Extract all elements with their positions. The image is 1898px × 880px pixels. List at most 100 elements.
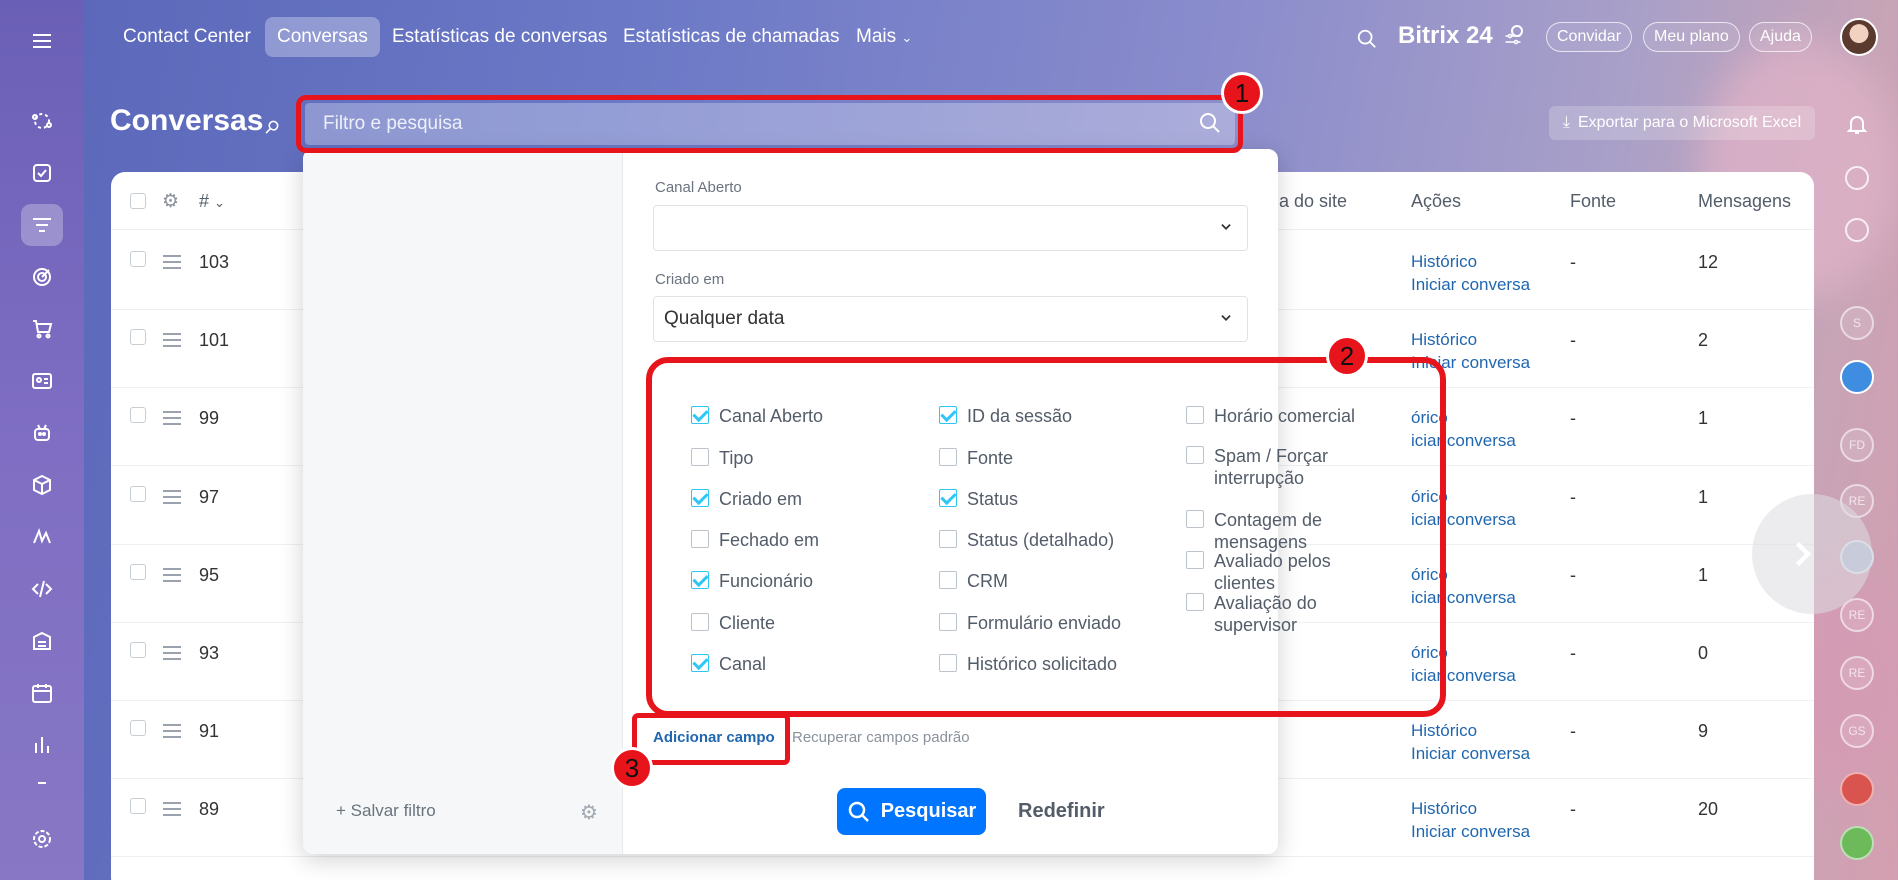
- bitrix24-logo[interactable]: Bitrix 24: [1398, 22, 1493, 50]
- signature-icon[interactable]: [21, 516, 63, 558]
- unchecked-checkbox[interactable]: [1186, 551, 1204, 569]
- tab-conversas[interactable]: Conversas: [265, 17, 380, 57]
- unchecked-checkbox[interactable]: [939, 530, 957, 548]
- field-option[interactable]: Criado em: [691, 488, 911, 510]
- menu-icon[interactable]: [21, 20, 63, 62]
- chart-bars-icon[interactable]: [21, 724, 63, 766]
- unchecked-checkbox[interactable]: [939, 613, 957, 631]
- row-checkbox[interactable]: [130, 407, 146, 423]
- tab-estatisticas-conversas[interactable]: Estatísticas de conversas: [380, 17, 619, 57]
- box-icon[interactable]: [21, 464, 63, 506]
- drag-handle-icon[interactable]: [163, 333, 181, 347]
- field-option[interactable]: Fonte: [939, 447, 1159, 469]
- unchecked-checkbox[interactable]: [691, 448, 709, 466]
- tab-contact-center[interactable]: Contact Center: [111, 17, 263, 57]
- save-filter-button[interactable]: + Salvar filtro: [336, 801, 436, 821]
- history-link[interactable]: Histórico: [1411, 250, 1477, 273]
- chat-icon[interactable]: [1845, 218, 1869, 242]
- history-link[interactable]: Histórico: [1411, 328, 1477, 351]
- unchecked-checkbox[interactable]: [939, 448, 957, 466]
- checked-checkbox[interactable]: [691, 406, 709, 424]
- column-header-source[interactable]: Fonte: [1570, 191, 1616, 212]
- start-conversation-link[interactable]: Iniciar conversa: [1411, 273, 1530, 296]
- network-icon[interactable]: [21, 100, 63, 142]
- field-option[interactable]: Status: [939, 488, 1159, 510]
- tab-mais[interactable]: Mais ⌄: [844, 17, 924, 57]
- reset-button[interactable]: Redefinir: [1018, 800, 1105, 823]
- unchecked-checkbox[interactable]: [939, 571, 957, 589]
- row-checkbox[interactable]: [130, 251, 146, 267]
- field-option[interactable]: Canal: [691, 653, 911, 675]
- field-option[interactable]: Contagem de mensagens: [1186, 509, 1386, 553]
- search-icon[interactable]: [1198, 111, 1222, 135]
- field-option[interactable]: Tipo: [691, 447, 911, 469]
- history-link[interactable]: Histórico: [1411, 797, 1477, 820]
- tab-estatisticas-chamadas[interactable]: Estatísticas de chamadas: [611, 17, 852, 57]
- row-checkbox[interactable]: [130, 642, 146, 658]
- rail-avatar-gs[interactable]: GS: [1840, 714, 1874, 748]
- drag-handle-icon[interactable]: [163, 255, 181, 269]
- target-icon[interactable]: [21, 256, 63, 298]
- field-option[interactable]: Canal Aberto: [691, 405, 911, 427]
- add-field-link[interactable]: Adicionar campo: [653, 729, 775, 746]
- field-option[interactable]: Formulário enviado: [939, 612, 1159, 634]
- rail-avatar-fd[interactable]: FD: [1840, 428, 1874, 462]
- help-button[interactable]: Ajuda: [1749, 22, 1812, 52]
- rail-app-red-icon[interactable]: [1840, 772, 1874, 806]
- tasks-icon[interactable]: [21, 152, 63, 194]
- checked-checkbox[interactable]: [939, 489, 957, 507]
- code-icon[interactable]: [21, 568, 63, 610]
- field-option[interactable]: Avaliado pelos clientes: [1186, 550, 1386, 594]
- row-checkbox[interactable]: [130, 329, 146, 345]
- unchecked-checkbox[interactable]: [1186, 510, 1204, 528]
- created-date-select[interactable]: Qualquer data: [653, 296, 1248, 342]
- user-avatar[interactable]: [1840, 18, 1878, 56]
- column-header-actions[interactable]: Ações: [1411, 191, 1461, 212]
- checked-checkbox[interactable]: [691, 571, 709, 589]
- unchecked-checkbox[interactable]: [1186, 406, 1204, 424]
- robot-icon[interactable]: [21, 412, 63, 454]
- row-checkbox[interactable]: [130, 720, 146, 736]
- my-plan-button[interactable]: Meu plano: [1643, 22, 1740, 52]
- checked-checkbox[interactable]: [691, 489, 709, 507]
- table-settings-gear-icon[interactable]: ⚙: [162, 190, 179, 213]
- field-option[interactable]: Spam / Forçar interrupção: [1186, 445, 1386, 489]
- history-link[interactable]: Histórico: [1411, 719, 1477, 742]
- drag-handle-icon[interactable]: [163, 411, 181, 425]
- drag-handle-icon[interactable]: [163, 568, 181, 582]
- settings-gear-icon[interactable]: [21, 818, 63, 860]
- cart-icon[interactable]: [21, 308, 63, 350]
- restore-default-fields-link[interactable]: Recuperar campos padrão: [792, 729, 970, 746]
- channel-select[interactable]: [653, 205, 1248, 251]
- drag-handle-icon[interactable]: [163, 802, 181, 816]
- row-checkbox[interactable]: [130, 564, 146, 580]
- column-header-site[interactable]: a do site: [1279, 191, 1347, 212]
- next-page-arrow[interactable]: [1752, 494, 1872, 614]
- filter-settings-gear-icon[interactable]: ⚙: [580, 800, 598, 825]
- search-icon[interactable]: [1356, 28, 1378, 50]
- field-option[interactable]: ID da sessão: [939, 405, 1159, 427]
- export-excel-button[interactable]: ⤓ Exportar para o Microsoft Excel: [1549, 106, 1815, 140]
- field-option[interactable]: Cliente: [691, 612, 911, 634]
- contact-card-icon[interactable]: [21, 360, 63, 402]
- start-conversation-link[interactable]: Iniciar conversa: [1411, 742, 1530, 765]
- unchecked-checkbox[interactable]: [691, 613, 709, 631]
- field-option[interactable]: Fechado em: [691, 529, 911, 551]
- row-checkbox[interactable]: [130, 798, 146, 814]
- unchecked-checkbox[interactable]: [1186, 593, 1204, 611]
- store-icon[interactable]: [21, 620, 63, 662]
- field-option[interactable]: Avaliação do supervisor: [1186, 592, 1386, 636]
- calendar-icon[interactable]: [21, 672, 63, 714]
- drag-handle-icon[interactable]: [163, 646, 181, 660]
- rail-avatar-re[interactable]: RE: [1840, 656, 1874, 690]
- field-option[interactable]: CRM: [939, 570, 1159, 592]
- filter-funnel-icon[interactable]: [21, 204, 63, 246]
- drag-handle-icon[interactable]: [163, 490, 181, 504]
- search-button[interactable]: Pesquisar: [837, 788, 986, 835]
- checked-checkbox[interactable]: [691, 654, 709, 672]
- drag-handle-icon[interactable]: [163, 724, 181, 738]
- notifications-bell-icon[interactable]: [1845, 112, 1869, 136]
- select-all-checkbox[interactable]: [130, 193, 146, 209]
- checked-checkbox[interactable]: [939, 406, 957, 424]
- unchecked-checkbox[interactable]: [939, 654, 957, 672]
